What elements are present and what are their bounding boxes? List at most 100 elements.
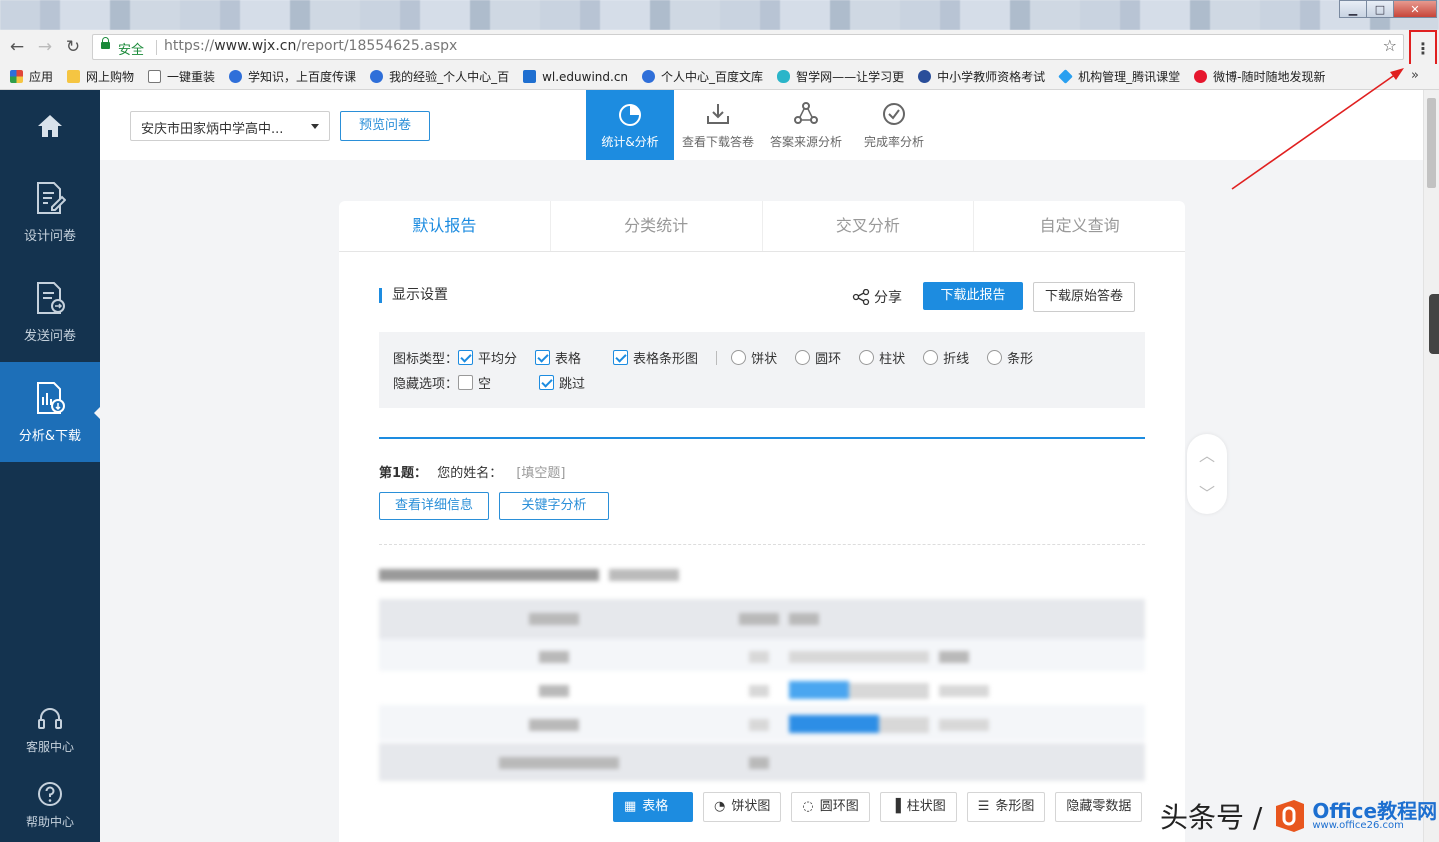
close-window-button[interactable]: ✕ <box>1393 0 1437 18</box>
page-icon <box>148 70 162 83</box>
network-icon <box>794 101 818 124</box>
sidebar-item-service[interactable]: 客服中心 <box>0 695 100 765</box>
bookmarks-more-icon[interactable]: » <box>1411 68 1419 83</box>
sidebar-item-help[interactable]: 帮助中心 <box>0 770 100 840</box>
browser-tabstrip <box>0 0 1439 30</box>
bookmark-item[interactable]: 我的经验_个人中心_百 <box>370 68 509 85</box>
bookmark-item[interactable]: wl.eduwind.cn <box>523 70 628 84</box>
url-input[interactable]: 安全 https://www.wjx.cn/report/18554625.as… <box>92 34 1404 60</box>
tab-cross-analysis[interactable]: 交叉分析 <box>763 201 975 251</box>
report-card: 默认报告 分类统计 交叉分析 自定义查询 显示设置 分享 下载此报告 下载原始答… <box>339 201 1185 842</box>
radio-pie[interactable]: 饼状 <box>731 348 777 367</box>
scrollbar-thumb[interactable] <box>1427 98 1436 188</box>
ew-icon <box>523 70 537 83</box>
option-hide-skipped[interactable]: 跳过 <box>539 373 585 392</box>
tab-view-download[interactable]: 查看下载答卷 <box>674 90 762 160</box>
dashed-divider <box>379 544 1145 545</box>
watermark: 头条号 / Office教程网 www.office26.com <box>1160 799 1438 834</box>
bookmark-item[interactable]: 微博-随时随地发现新 <box>1194 68 1325 85</box>
hbar-chart-icon: ☰ <box>977 799 990 814</box>
report-tabs: 默认报告 分类统计 交叉分析 自定义查询 <box>339 201 1185 252</box>
bookmark-item[interactable]: 学知识，上百度传课 <box>229 68 356 85</box>
option-table-bar[interactable]: 表格条形图 <box>613 348 698 367</box>
back-icon[interactable]: ← <box>6 36 28 58</box>
preview-survey-button[interactable]: 预览问卷 <box>340 111 430 141</box>
hide-options-row: 隐藏选项： 空 跳过 <box>393 373 603 392</box>
table-view-button[interactable]: ▦ 表格 <box>613 792 693 822</box>
tab-default-report[interactable]: 默认报告 <box>339 201 551 251</box>
window-controls: ▁ □ ✕ <box>1339 0 1437 20</box>
chart-type-buttons: ▦ 表格 ◔ 饼状图 ◌ 圆环图 ▐ 柱状图 ☰ 条形图 隐藏零数据 <box>613 792 1143 822</box>
forward-icon[interactable]: → <box>34 36 56 58</box>
download-icon <box>707 103 729 124</box>
lock-icon <box>101 37 110 52</box>
donut-chart-button[interactable]: ◌ 圆环图 <box>791 792 870 822</box>
circle-badge-icon <box>918 70 932 83</box>
table-icon: ▦ <box>624 799 637 814</box>
share-icon <box>852 289 870 305</box>
edit-doc-icon <box>37 181 66 214</box>
bookmark-item[interactable]: 中小学教师资格考试 <box>918 68 1045 85</box>
cloud-icon <box>777 70 791 83</box>
home-icon <box>38 115 62 137</box>
donut-icon: ◌ <box>802 799 814 814</box>
pie-icon: ◔ <box>714 799 726 814</box>
url-text: https://www.wjx.cn/report/18554625.aspx <box>164 38 458 54</box>
address-bar: ← → ↻ 安全 https://www.wjx.cn/report/18554… <box>0 30 1439 64</box>
bookmark-item[interactable]: 智学网——让学习更 <box>777 68 904 85</box>
download-raw-button[interactable]: 下载原始答卷 <box>1033 282 1135 312</box>
bookmark-item[interactable]: 网上购物 <box>67 68 134 85</box>
minimize-button[interactable]: ▁ <box>1339 0 1367 18</box>
tab-custom-query[interactable]: 自定义查询 <box>974 201 1185 251</box>
view-details-button[interactable]: 查看详细信息 <box>379 492 489 520</box>
tab-stats-analysis[interactable]: 统计&分析 <box>586 90 674 160</box>
hide-zero-data-button[interactable]: 隐藏零数据 <box>1055 792 1143 822</box>
radio-line[interactable]: 折线 <box>923 348 969 367</box>
download-report-button[interactable]: 下载此报告 <box>923 282 1023 310</box>
headset-icon <box>38 707 62 729</box>
apps-grid-icon <box>10 70 23 83</box>
tab-completion-analysis[interactable]: 完成率分析 <box>850 90 938 160</box>
keyword-analysis-button[interactable]: 关键字分析 <box>499 492 609 520</box>
reload-icon[interactable]: ↻ <box>62 36 84 58</box>
bookmark-star-icon[interactable]: ☆ <box>1383 36 1397 55</box>
scroll-nav-widget: ︿ ﹀ <box>1187 434 1227 514</box>
question-title: 第1题： 您的姓名： [填空题] <box>379 466 566 481</box>
option-hide-empty[interactable]: 空 <box>458 373 491 392</box>
option-table[interactable]: 表格 <box>535 348 581 367</box>
sidebar-item-design[interactable]: 设计问卷 <box>0 162 100 262</box>
send-doc-icon <box>37 281 65 314</box>
browser-menu-icon[interactable]: ⋮ <box>1409 30 1437 67</box>
bookmark-item[interactable]: 应用 <box>10 68 53 85</box>
radio-bar[interactable]: 条形 <box>987 348 1033 367</box>
sidebar-item-home[interactable] <box>0 90 100 162</box>
page-scrollbar[interactable] <box>1423 90 1439 842</box>
bookmark-item[interactable]: 个人中心_百度文库 <box>642 68 763 85</box>
sidebar-item-analysis[interactable]: 分析&下载 <box>0 362 101 462</box>
maximize-button[interactable]: □ <box>1366 0 1394 18</box>
display-settings-title: 显示设置 <box>379 288 448 303</box>
pie-chart-button[interactable]: ◔ 饼状图 <box>703 792 782 822</box>
secure-label: 安全 <box>118 43 145 58</box>
scroll-down-icon[interactable]: ﹀ <box>1199 480 1215 504</box>
office-logo-icon <box>1276 800 1305 832</box>
left-sidebar: 设计问卷 发送问卷 分析&下载 客服中心 帮助中心 <box>0 90 101 842</box>
tab-category-stats[interactable]: 分类统计 <box>551 201 763 251</box>
survey-select[interactable]: 安庆市田家炳中学高中... <box>130 111 330 141</box>
radio-column[interactable]: 柱状 <box>859 348 905 367</box>
sidebar-item-send[interactable]: 发送问卷 <box>0 262 100 362</box>
scroll-up-icon[interactable]: ︿ <box>1199 442 1215 466</box>
folder-icon <box>67 70 81 83</box>
bookmark-item[interactable]: 机构管理_腾讯课堂 <box>1058 68 1180 85</box>
share-button[interactable]: 分享 <box>852 287 902 307</box>
tab-source-analysis[interactable]: 答案来源分析 <box>762 90 850 160</box>
bookmark-item[interactable]: 一键重装 <box>148 68 215 85</box>
pie-chart-icon <box>619 103 641 126</box>
radio-donut[interactable]: 圆环 <box>795 348 841 367</box>
baidu-paw-icon <box>642 70 656 83</box>
baidu-paw-icon <box>229 70 243 83</box>
bar-chart-button[interactable]: ☰ 条形图 <box>966 792 1046 822</box>
report-toolbar: 安庆市田家炳中学高中... 预览问卷 统计&分析 查看下载答卷 答案来源分析 完… <box>100 90 1423 160</box>
option-average[interactable]: 平均分 <box>458 348 517 367</box>
column-chart-button[interactable]: ▐ 柱状图 <box>879 792 957 822</box>
